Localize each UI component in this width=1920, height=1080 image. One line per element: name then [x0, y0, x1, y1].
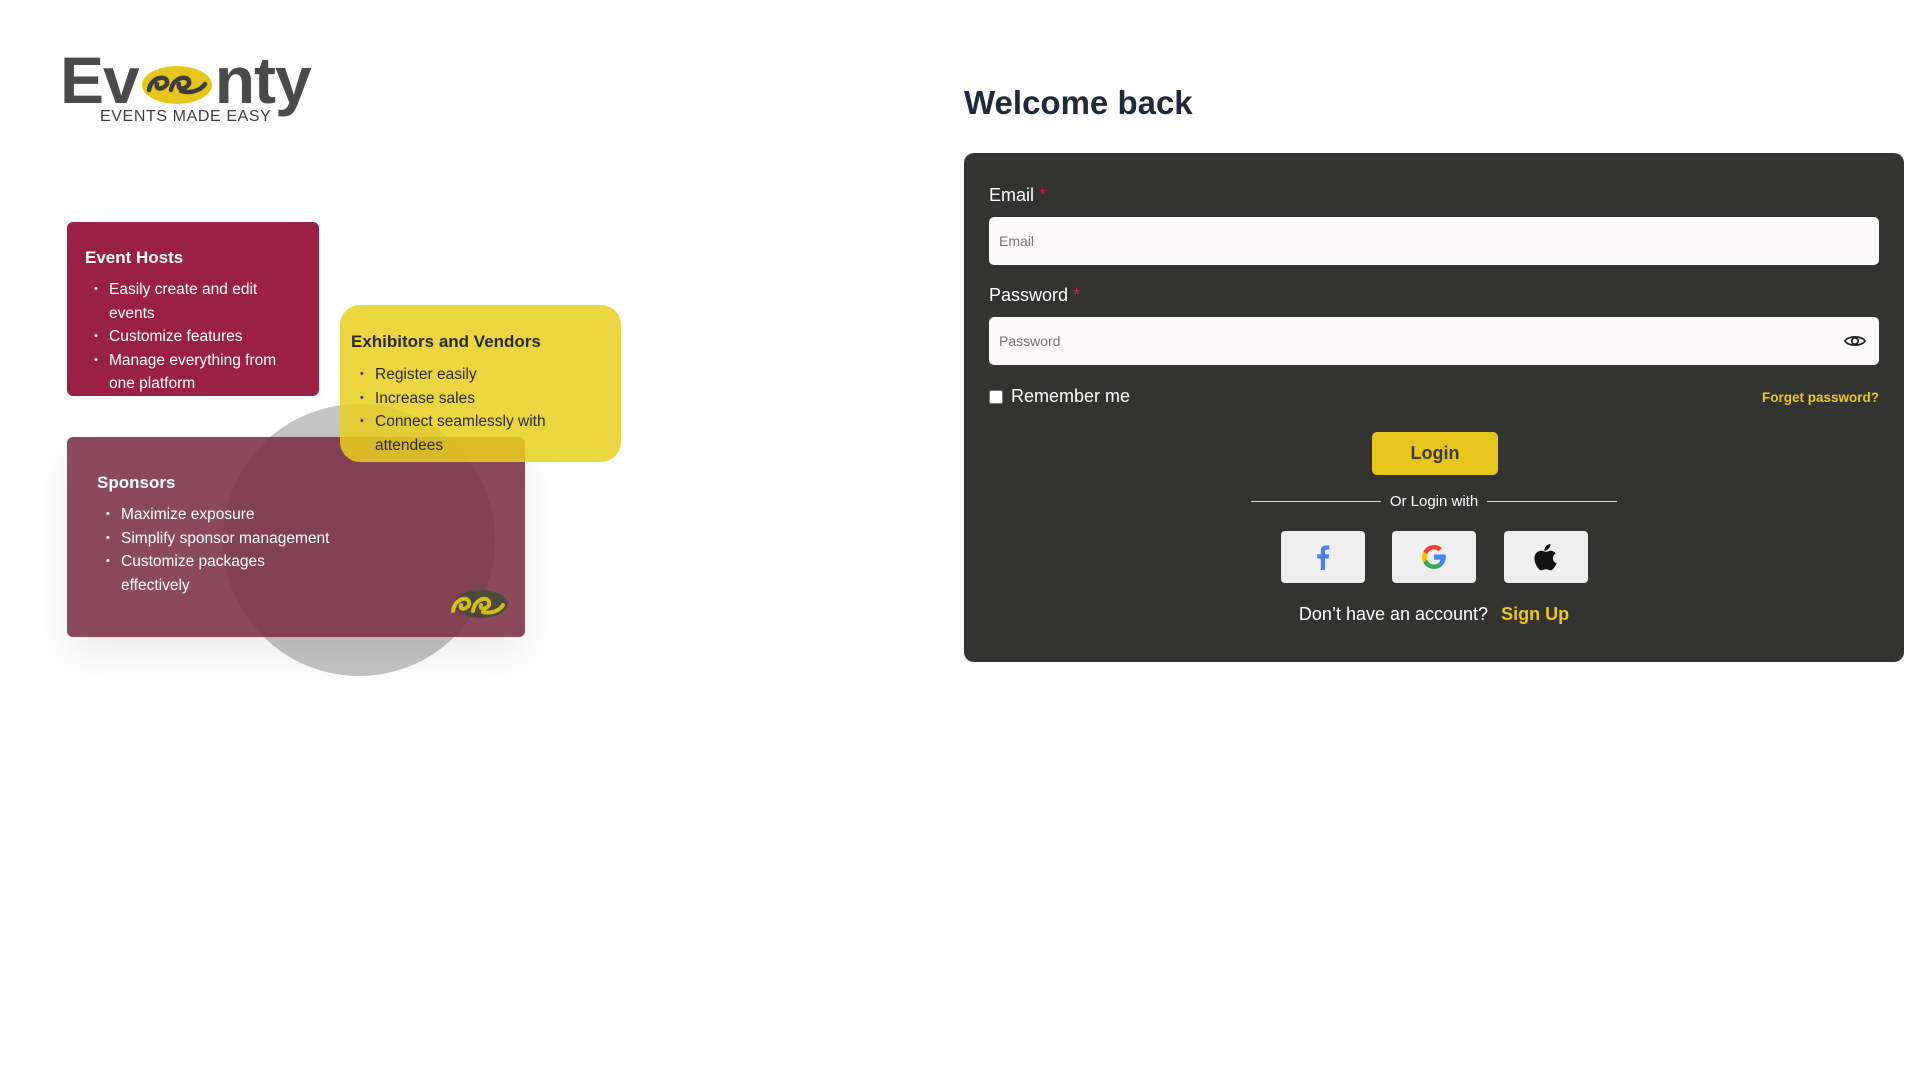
- email-label: Email *: [989, 185, 1046, 206]
- exhibitors-vendors-title: Exhibitors and Vendors: [351, 332, 541, 351]
- forget-password-link[interactable]: Forget password?: [1762, 390, 1879, 405]
- page-title: Welcome back: [964, 84, 1193, 121]
- logo-wordmark: Ev nty: [60, 43, 312, 117]
- email-label-text: Email: [989, 185, 1035, 205]
- facebook-login-button[interactable]: [1281, 531, 1365, 583]
- login-form-panel: Email* Password* Remember me Forget pass…: [964, 153, 1904, 662]
- list-item: Register easily: [351, 363, 613, 387]
- apple-icon: [1534, 544, 1557, 571]
- sign-up-link[interactable]: Sign Up: [1501, 604, 1569, 624]
- logo-ee-mark-icon: [141, 66, 212, 104]
- list-item: Increase sales: [351, 387, 613, 411]
- eventy-logo: Ev nty EVENTS MADE EASY: [60, 44, 312, 134]
- list-item: Customize packages effectively: [97, 550, 277, 597]
- divider-label: Or Login with: [1389, 493, 1479, 510]
- google-login-button[interactable]: [1392, 531, 1476, 583]
- password-label: Password *: [989, 285, 1080, 306]
- exhibitors-vendors-list: Register easily Increase sales Connect s…: [351, 363, 613, 457]
- remember-me-label: Remember me: [1011, 386, 1131, 406]
- list-item: Simplify sponsor management: [97, 527, 511, 551]
- logo-text-end: nty: [214, 43, 312, 117]
- eye-icon: [1844, 335, 1866, 347]
- password-field[interactable]: [989, 317, 1879, 365]
- remember-me-checkbox[interactable]: [989, 389, 1003, 404]
- show-password-toggle[interactable]: [1840, 326, 1870, 356]
- required-marker: *: [1073, 285, 1081, 305]
- login-page: Ev nty EVENTS MADE EASY Event Hosts Easi…: [0, 0, 1920, 1080]
- list-item: Customize features: [85, 325, 305, 349]
- list-item: Maximize exposure: [97, 503, 511, 527]
- or-login-with-divider: Or Login with: [1251, 493, 1617, 510]
- list-item: Connect seamlessly with attendees: [351, 410, 613, 457]
- exhibitors-vendors-card: Exhibitors and Vendors Register easily I…: [340, 305, 621, 462]
- divider-line: [1487, 501, 1617, 502]
- signup-prompt: Don’t have an account?: [1298, 604, 1489, 624]
- event-hosts-card: Event Hosts Easily create and edit event…: [67, 222, 319, 396]
- event-hosts-list: Easily create and edit events Customize …: [85, 278, 305, 396]
- apple-login-button[interactable]: [1504, 531, 1588, 583]
- password-label-text: Password: [989, 285, 1069, 305]
- remember-me[interactable]: Remember me: [989, 386, 1130, 407]
- logo-text-start: Ev: [60, 43, 140, 117]
- login-button[interactable]: Login: [1372, 432, 1498, 475]
- list-item: Manage everything from one platform: [85, 349, 305, 396]
- list-item: Easily create and edit events: [85, 278, 305, 325]
- facebook-icon: [1317, 545, 1330, 570]
- divider-line: [1251, 501, 1381, 502]
- signup-row: Don’t have an account? Sign Up: [964, 604, 1904, 625]
- google-icon: [1422, 545, 1446, 569]
- logo-tagline: EVENTS MADE EASY: [100, 108, 272, 125]
- event-hosts-title: Event Hosts: [85, 248, 184, 267]
- sponsors-card: Sponsors Maximize exposure Simplify spon…: [67, 437, 525, 637]
- required-marker: *: [1039, 185, 1047, 205]
- email-field[interactable]: [989, 217, 1879, 265]
- sponsors-title: Sponsors: [97, 473, 176, 492]
- ee-mark-icon: [451, 590, 508, 618]
